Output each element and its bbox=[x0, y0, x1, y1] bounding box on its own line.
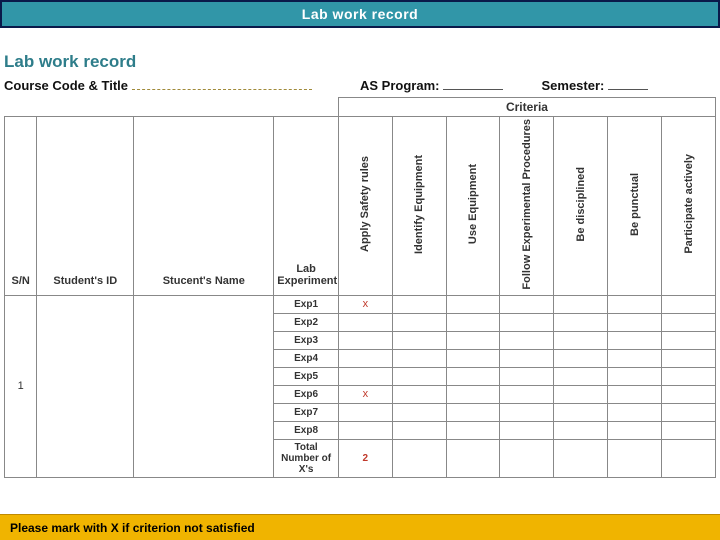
exp-label: Exp1 bbox=[274, 295, 339, 313]
total-label: Total Number of X's bbox=[274, 439, 339, 477]
sname-cell bbox=[134, 295, 274, 477]
lab-header: Lab Experiment bbox=[274, 117, 339, 296]
sn-cell: 1 bbox=[5, 295, 37, 477]
c7-header: Participate actively bbox=[662, 117, 716, 296]
record-table: Criteria S/N Student's ID Stucent's Name… bbox=[4, 97, 716, 478]
sn-header: S/N bbox=[5, 117, 37, 296]
c1-header: Apply Safety rules bbox=[338, 117, 392, 296]
exp-label: Exp5 bbox=[274, 367, 339, 385]
corner-blank bbox=[5, 98, 339, 117]
c5-header: Be disciplined bbox=[554, 117, 608, 296]
exp-label: Exp6 bbox=[274, 385, 339, 403]
sname-header: Stucent's Name bbox=[134, 117, 274, 296]
program-blank bbox=[443, 78, 503, 90]
semester-blank bbox=[608, 78, 648, 90]
c6-header: Be punctual bbox=[608, 117, 662, 296]
footer-note: Please mark with X if criterion not sati… bbox=[10, 521, 255, 535]
criteria-header: Criteria bbox=[338, 98, 715, 117]
sid-cell bbox=[37, 295, 134, 477]
sid-header: Student's ID bbox=[37, 117, 134, 296]
mark-cell: x bbox=[338, 385, 392, 403]
course-blank bbox=[132, 78, 312, 90]
banner-title: Lab work record bbox=[302, 6, 418, 22]
document-body: Lab work record Course Code & Title AS P… bbox=[0, 28, 720, 478]
course-label: Course Code & Title bbox=[4, 78, 128, 93]
meta-row: Course Code & Title AS Program: Semester… bbox=[4, 78, 716, 93]
exp-label: Exp7 bbox=[274, 403, 339, 421]
c4-header: Follow Experimental Procedures bbox=[500, 117, 554, 296]
c3-header: Use Equipment bbox=[446, 117, 500, 296]
exp-label: Exp8 bbox=[274, 421, 339, 439]
exp-label: Exp2 bbox=[274, 313, 339, 331]
table-row: 1 Exp1 x bbox=[5, 295, 716, 313]
doc-title: Lab work record bbox=[4, 52, 716, 72]
c2-header: Identify Equipment bbox=[392, 117, 446, 296]
exp-label: Exp4 bbox=[274, 349, 339, 367]
top-banner: Lab work record bbox=[0, 0, 720, 28]
total-cell: 2 bbox=[338, 439, 392, 477]
footer-note-bar: Please mark with X if criterion not sati… bbox=[0, 514, 720, 540]
program-label: AS Program: bbox=[360, 78, 439, 93]
mark-cell: x bbox=[338, 295, 392, 313]
semester-label: Semester: bbox=[541, 78, 604, 93]
exp-label: Exp3 bbox=[274, 331, 339, 349]
